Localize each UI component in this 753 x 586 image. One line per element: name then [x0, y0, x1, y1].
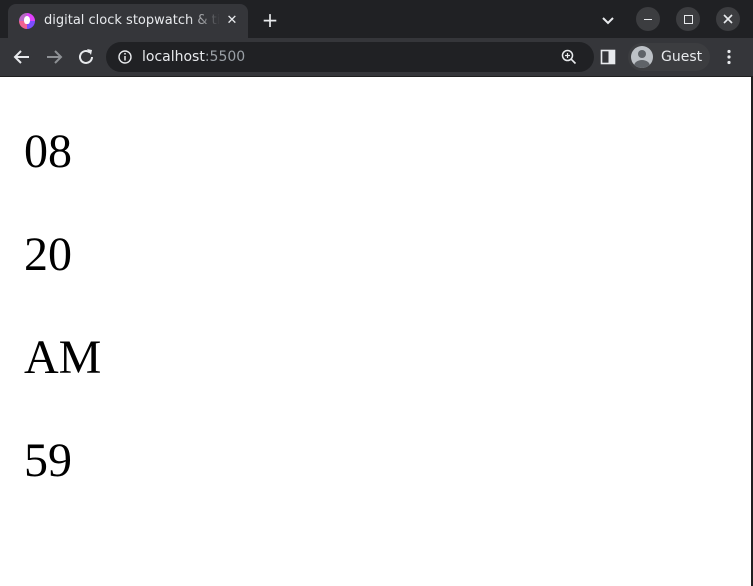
zoom-icon[interactable]	[561, 49, 577, 65]
reload-button[interactable]	[75, 46, 97, 68]
plus-icon: +	[261, 8, 279, 32]
clock-minutes: 20	[24, 228, 72, 281]
url-text[interactable]: localhost:5500	[142, 48, 245, 66]
chevron-down-icon	[602, 17, 614, 25]
minimize-button[interactable]	[636, 7, 660, 31]
info-icon[interactable]	[118, 50, 132, 64]
new-tab-button[interactable]: +	[259, 9, 281, 31]
tab-search-button[interactable]	[598, 10, 618, 30]
arrow-right-icon	[47, 50, 63, 64]
clock-seconds: 59	[24, 434, 72, 487]
clock-ampm: AM	[24, 331, 102, 384]
close-icon[interactable]: ✕	[223, 12, 241, 30]
browser-toolbar: localhost:5500 Guest	[0, 38, 753, 77]
clock-hours: 08	[24, 125, 72, 178]
arrow-left-icon	[13, 50, 29, 64]
url-host: localhost	[142, 49, 205, 65]
back-button[interactable]	[11, 46, 33, 68]
avatar-icon	[631, 46, 653, 68]
page-viewport: 08 20 AM 59	[0, 77, 753, 586]
close-icon	[723, 14, 733, 24]
forward-button[interactable]	[43, 46, 65, 68]
tab-title: digital clock stopwatch & timer	[44, 13, 220, 28]
browser-window: digital clock stopwatch & timer ✕ +	[0, 0, 753, 586]
maximize-button[interactable]	[676, 7, 700, 31]
address-bar[interactable]: localhost:5500	[106, 42, 594, 72]
app-favicon-icon	[19, 13, 35, 29]
url-port: :5500	[204, 49, 246, 65]
close-window-button[interactable]	[716, 7, 740, 31]
side-panel-icon[interactable]	[600, 49, 616, 65]
profile-name: Guest	[661, 49, 703, 65]
reload-icon	[79, 49, 93, 64]
tab-strip: digital clock stopwatch & timer ✕ +	[0, 0, 753, 38]
kebab-menu-icon[interactable]	[720, 48, 738, 66]
active-tab[interactable]: digital clock stopwatch & timer ✕	[8, 4, 248, 38]
profile-button[interactable]: Guest	[628, 43, 710, 71]
